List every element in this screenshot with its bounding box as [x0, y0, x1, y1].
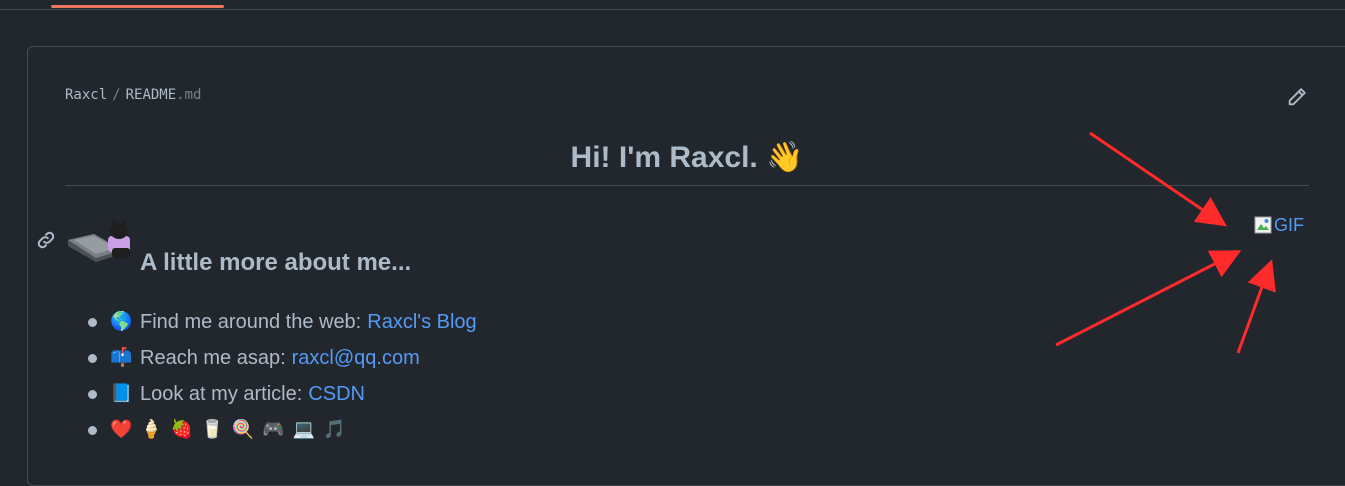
broken-image-alt-text: GIF	[1274, 214, 1304, 235]
broken-gif-image[interactable]: GIF	[1254, 213, 1304, 237]
repo-owner[interactable]: Raxcl	[65, 87, 107, 103]
book-emoji-icon: 📘	[110, 383, 133, 404]
broken-image-icon	[1254, 216, 1272, 234]
tab-bar	[0, 0, 1345, 10]
gamepad-emoji-icon: 🎮	[262, 419, 285, 440]
csdn-link[interactable]: CSDN	[308, 376, 365, 412]
lollipop-emoji-icon: 🍭	[231, 419, 255, 440]
active-tab-indicator	[51, 5, 224, 8]
list-item-text: Find me around the web:	[140, 311, 362, 333]
file-path-breadcrumb: Raxcl / README.md	[65, 87, 202, 103]
list-item-article: 📘 Look at my article: CSDN	[88, 376, 477, 412]
milk-emoji-icon: 🥛	[201, 419, 224, 440]
list-item-emojis: ❤️ 🍦 🍓 🥛 🍭 🎮 💻 🎵	[88, 412, 477, 448]
about-list: 🌎 Find me around the web: Raxcl's Blog 📫…	[88, 304, 477, 448]
pencil-icon[interactable]	[1286, 86, 1308, 108]
laptop-emoji-icon: 💻	[292, 419, 315, 440]
music-note-emoji-icon: 🎵	[322, 419, 346, 440]
list-item-text: Reach me asap:	[140, 347, 286, 369]
globe-emoji-icon: 🌎	[110, 311, 133, 332]
file-name: README	[125, 87, 177, 103]
file-extension: .md	[176, 87, 202, 103]
email-link[interactable]: raxcl@qq.com	[292, 340, 420, 376]
list-item-text: Look at my article:	[140, 383, 303, 405]
link-icon[interactable]	[35, 229, 57, 251]
list-item-email: 📫 Reach me asap: raxcl@qq.com	[88, 340, 477, 376]
section-heading: A little more about me...	[140, 249, 412, 276]
heart-emoji-icon: ❤️	[110, 419, 133, 440]
icecream-emoji-icon: 🍦	[140, 419, 163, 440]
strawberry-emoji-icon: 🍓	[170, 419, 194, 440]
blog-link[interactable]: Raxcl's Blog	[367, 304, 476, 340]
list-item-web: 🌎 Find me around the web: Raxcl's Blog	[88, 304, 477, 340]
mailbox-emoji-icon: 📫	[110, 347, 133, 368]
readme-title: Hi! I'm Raxcl. 👋	[570, 141, 804, 174]
coding-cat-avatar	[68, 220, 130, 262]
heading-divider	[65, 185, 1309, 186]
